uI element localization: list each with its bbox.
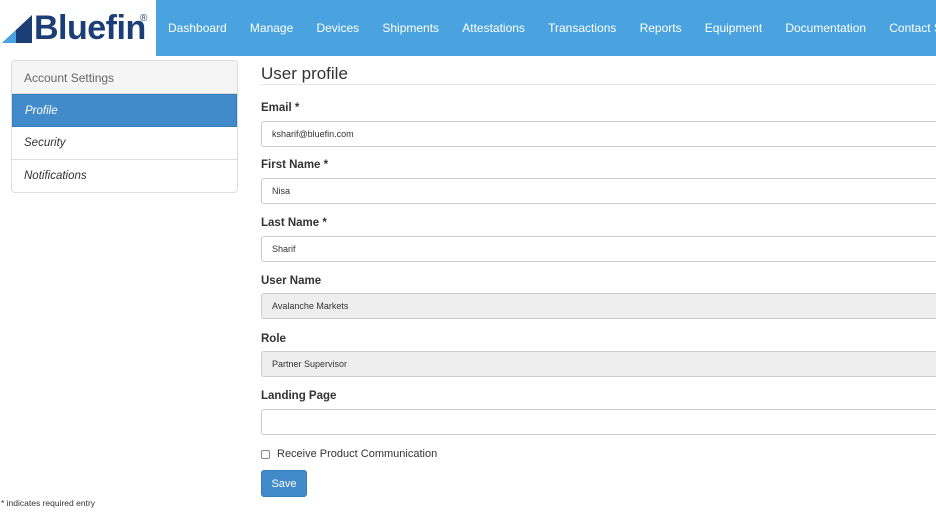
nav-item-attestations[interactable]: Attestations: [451, 21, 537, 35]
landing-page-field[interactable]: [261, 409, 936, 435]
sidebar-item-profile[interactable]: Profile: [12, 94, 237, 127]
nav-item-documentation[interactable]: Documentation: [774, 21, 878, 35]
nav-item-transactions[interactable]: Transactions: [537, 21, 628, 35]
nav-item-manage[interactable]: Manage: [238, 21, 305, 35]
product-communication-option: Receive Product Communication: [261, 448, 437, 460]
role-label: Role: [261, 333, 286, 345]
landing-page-label: Landing Page: [261, 390, 337, 402]
main-nav: Dashboard Manage Devices Shipments Attes…: [156, 0, 936, 56]
user-name-field: [261, 293, 936, 319]
sidebar-heading: Account Settings: [12, 61, 237, 94]
last-name-field[interactable]: [261, 236, 936, 262]
first-name-label: First Name *: [261, 159, 329, 171]
nav-item-devices[interactable]: Devices: [305, 21, 371, 35]
email-field[interactable]: [261, 121, 936, 147]
save-button[interactable]: Save: [261, 470, 307, 497]
role-field: [261, 351, 936, 377]
email-label: Email *: [261, 102, 300, 114]
registered-mark: ®: [140, 13, 148, 24]
sidebar-item-notifications[interactable]: Notifications: [12, 160, 237, 192]
nav-item-contact-support[interactable]: Contact Support: [878, 21, 936, 35]
account-settings-sidebar: Account Settings Profile Security Notifi…: [11, 60, 238, 193]
top-navbar: Bluefin ® Dashboard Manage Devices Shipm…: [0, 0, 936, 56]
nav-item-equipment[interactable]: Equipment: [693, 21, 774, 35]
user-name-label: User Name: [261, 275, 322, 287]
nav-item-reports[interactable]: Reports: [628, 21, 693, 35]
first-name-field[interactable]: [261, 178, 936, 204]
sidebar-item-security[interactable]: Security: [12, 127, 237, 160]
bluefin-logo-icon: [2, 15, 32, 43]
product-communication-label[interactable]: Receive Product Communication: [277, 448, 437, 460]
page-title: User profile: [261, 60, 936, 85]
required-entry-note: * indicates required entry: [1, 498, 96, 508]
nav-item-dashboard[interactable]: Dashboard: [156, 21, 238, 35]
brand-logo[interactable]: Bluefin ®: [0, 0, 156, 56]
last-name-label: Last Name *: [261, 217, 327, 229]
brand-name: Bluefin: [34, 9, 146, 47]
nav-item-shipments[interactable]: Shipments: [371, 21, 451, 35]
product-communication-checkbox[interactable]: [261, 449, 270, 459]
user-profile-form: User profile Email * First Name * Last N…: [261, 60, 936, 497]
